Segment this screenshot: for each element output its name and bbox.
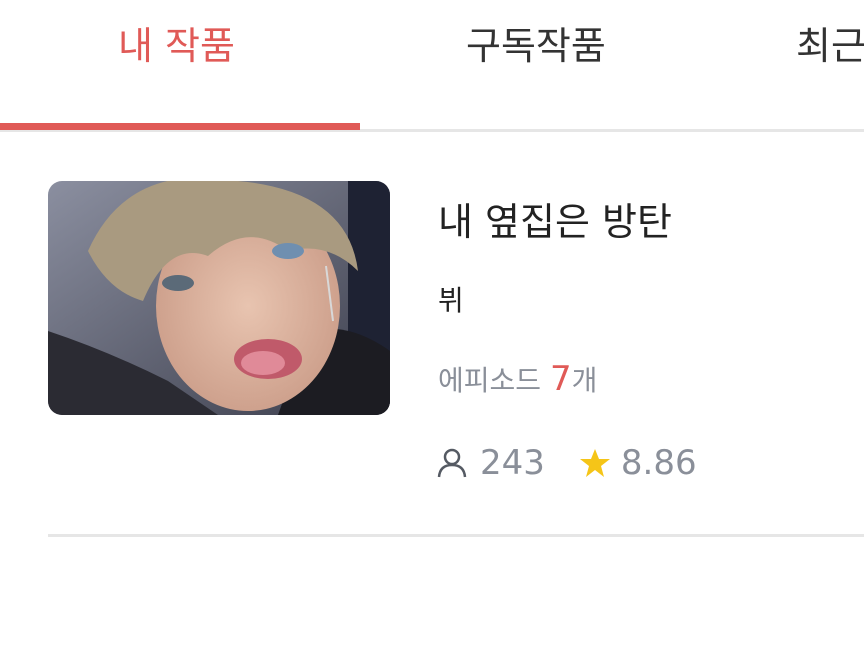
view-count: 243 <box>480 443 545 483</box>
active-tab-indicator <box>0 123 360 130</box>
work-title[interactable]: 내 옆집은 방탄 <box>438 191 672 246</box>
portrait-thumbnail-image <box>48 181 390 415</box>
tab-recent[interactable]: 최근 <box>796 14 864 70</box>
rating-value: 8.86 <box>620 443 697 483</box>
work-stats: 243 8.86 <box>436 439 697 487</box>
tab-my-works[interactable]: 내 작품 <box>118 14 235 70</box>
tab-bar: 내 작품 구독작품 최근 <box>0 0 864 132</box>
episode-count-unit: 개 <box>571 364 598 397</box>
work-list-item[interactable]: 내 옆집은 방탄 뷔 에피소드 7개 243 8.86 <box>48 181 864 537</box>
work-thumbnail[interactable] <box>48 181 390 415</box>
user-icon <box>436 447 468 479</box>
episode-count-label: 에피소드 <box>438 364 550 397</box>
star-icon <box>579 447 611 479</box>
work-author: 뷔 <box>438 284 464 317</box>
episode-count: 에피소드 7개 <box>438 359 597 399</box>
episode-count-number: 7 <box>549 359 572 399</box>
tab-subscribed-works[interactable]: 구독작품 <box>466 14 606 70</box>
